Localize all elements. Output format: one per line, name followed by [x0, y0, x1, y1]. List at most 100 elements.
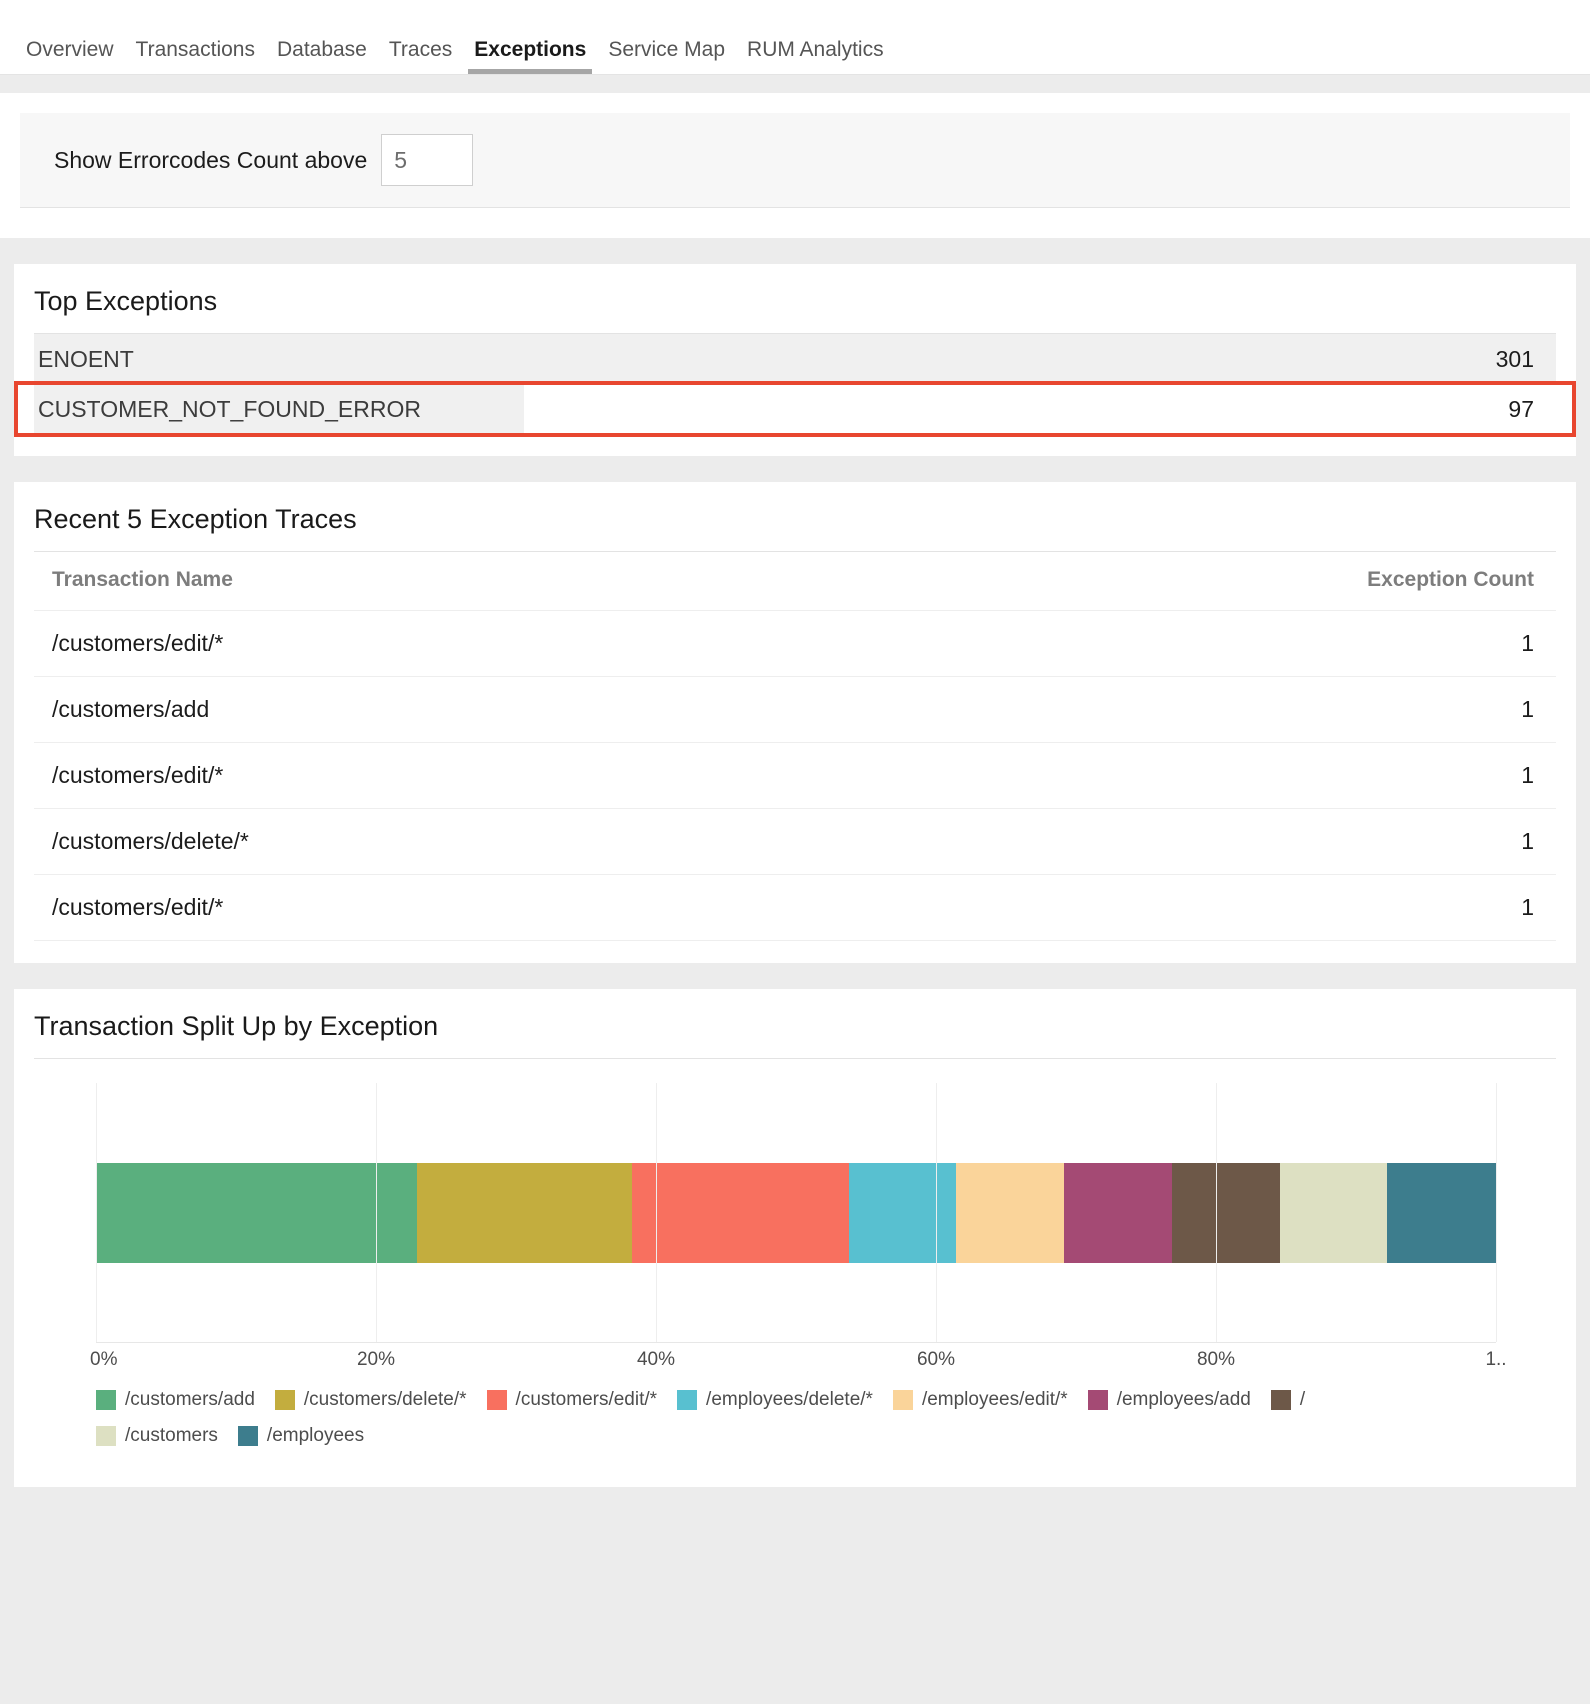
bar-segment[interactable] [417, 1163, 633, 1263]
errorcode-filter-bar: Show Errorcodes Count above [20, 113, 1570, 208]
legend-swatch-icon [238, 1426, 258, 1446]
legend-label: / [1300, 1389, 1305, 1411]
bar-segment[interactable] [956, 1163, 1064, 1263]
legend-label: /customers/edit/* [516, 1389, 658, 1411]
bar-segment[interactable] [849, 1163, 956, 1263]
x-axis-tick-label: 80% [1197, 1349, 1235, 1371]
transaction-split-title: Transaction Split Up by Exception [34, 1011, 1556, 1058]
exception-count: 97 [1508, 396, 1556, 423]
cell-exception-count: 1 [817, 743, 1557, 809]
legend-item[interactable]: /employees/delete/* [677, 1389, 873, 1411]
table-row[interactable]: /customers/edit/*1 [34, 743, 1556, 809]
x-axis-tick-label: 1.. [1485, 1349, 1506, 1371]
cell-exception-count: 1 [817, 809, 1557, 875]
chart-gridline [1496, 1083, 1497, 1342]
legend-item[interactable]: /employees/edit/* [893, 1389, 1068, 1411]
exception-row[interactable]: ENOENT 301 [34, 334, 1556, 384]
legend-swatch-icon [677, 1390, 697, 1410]
legend-item[interactable]: /customers/edit/* [487, 1389, 658, 1411]
legend-label: /employees [267, 1425, 364, 1447]
legend-swatch-icon [487, 1390, 507, 1410]
exception-bar [34, 334, 1556, 384]
exception-name: ENOENT [34, 346, 134, 373]
x-axis-tick-label: 60% [917, 1349, 955, 1371]
chart-x-axis-labels: 0%20%40%60%80%1.. [96, 1343, 1496, 1377]
legend-item[interactable]: /customers/delete/* [275, 1389, 467, 1411]
cell-transaction-name: /customers/edit/* [34, 611, 817, 677]
exceptions-page: OverviewTransactionsDatabaseTracesExcept… [0, 0, 1590, 1704]
chart-gridline [376, 1083, 377, 1342]
legend-item[interactable]: / [1271, 1389, 1305, 1411]
cell-transaction-name: /customers/delete/* [34, 809, 817, 875]
main-navbar: OverviewTransactionsDatabaseTracesExcept… [0, 0, 1590, 75]
table-header-row: Transaction Name Exception Count [34, 552, 1556, 611]
stacked-bar-chart [34, 1083, 1556, 1343]
legend-swatch-icon [96, 1426, 116, 1446]
column-header-exception-count[interactable]: Exception Count [817, 552, 1557, 611]
bar-segment[interactable] [1387, 1163, 1496, 1263]
nav-tab-rum-analytics[interactable]: RUM Analytics [736, 39, 895, 74]
top-exceptions-title: Top Exceptions [34, 286, 1556, 333]
legend-swatch-icon [893, 1390, 913, 1410]
nav-tab-service-map[interactable]: Service Map [597, 39, 736, 74]
legend-label: /customers [125, 1425, 218, 1447]
legend-swatch-icon [96, 1390, 116, 1410]
table-row[interactable]: /customers/edit/*1 [34, 875, 1556, 941]
nav-tab-overview[interactable]: Overview [26, 39, 125, 74]
bar-segment[interactable] [1064, 1163, 1172, 1263]
bar-segment[interactable] [1172, 1163, 1280, 1263]
recent-traces-table: Transaction Name Exception Count /custom… [34, 552, 1556, 941]
chart-gridline [1216, 1083, 1217, 1342]
legend-item[interactable]: /customers/add [96, 1389, 255, 1411]
exception-name: CUSTOMER_NOT_FOUND_ERROR [34, 396, 421, 423]
nav-tab-list: OverviewTransactionsDatabaseTracesExcept… [26, 39, 895, 74]
legend-item[interactable]: /employees/add [1088, 1389, 1251, 1411]
legend-label: /customers/add [125, 1389, 255, 1411]
table-row[interactable]: /customers/delete/*1 [34, 809, 1556, 875]
cell-transaction-name: /customers/edit/* [34, 743, 817, 809]
cell-exception-count: 1 [817, 875, 1557, 941]
errorcode-count-input[interactable] [381, 134, 473, 186]
legend-swatch-icon [1088, 1390, 1108, 1410]
chart-gridline [96, 1083, 97, 1342]
chart-plot-area [96, 1083, 1496, 1343]
divider [34, 1058, 1556, 1059]
filter-card: Show Errorcodes Count above [0, 93, 1590, 208]
x-axis-tick-label: 20% [357, 1349, 395, 1371]
chart-gridline [656, 1083, 657, 1342]
table-row[interactable]: /customers/add1 [34, 677, 1556, 743]
recent-traces-card: Recent 5 Exception Traces Transaction Na… [14, 482, 1576, 963]
bar-segment[interactable] [1280, 1163, 1387, 1263]
filter-label: Show Errorcodes Count above [54, 147, 367, 174]
cell-transaction-name: /customers/edit/* [34, 875, 817, 941]
transaction-split-card: Transaction Split Up by Exception 0%20%4… [14, 989, 1576, 1487]
exception-count: 301 [1496, 346, 1556, 373]
legend-item[interactable]: /customers [96, 1425, 218, 1447]
top-exceptions-list: ENOENT 301 CUSTOMER_NOT_FOUND_ERROR 97 [34, 334, 1556, 434]
exception-row[interactable]: CUSTOMER_NOT_FOUND_ERROR 97 [34, 384, 1556, 434]
nav-tab-transactions[interactable]: Transactions [125, 39, 266, 74]
nav-tab-database[interactable]: Database [266, 39, 378, 74]
legend-swatch-icon [1271, 1390, 1291, 1410]
legend-label: /employees/delete/* [706, 1389, 873, 1411]
column-header-transaction-name[interactable]: Transaction Name [34, 552, 817, 611]
legend-label: /employees/edit/* [922, 1389, 1068, 1411]
table-row[interactable]: /customers/edit/*1 [34, 611, 1556, 677]
legend-label: /customers/delete/* [304, 1389, 467, 1411]
bar-segment[interactable] [96, 1163, 417, 1263]
top-exceptions-card: Top Exceptions ENOENT 301 CUSTOMER_NOT_FOU… [14, 264, 1576, 456]
cell-transaction-name: /customers/add [34, 677, 817, 743]
filter-card-bottom-spacer [0, 208, 1590, 238]
recent-traces-title: Recent 5 Exception Traces [34, 504, 1556, 551]
chart-legend: /customers/add/customers/delete/* /custom… [96, 1389, 1386, 1447]
x-axis-tick-label: 40% [637, 1349, 675, 1371]
bar-segment[interactable] [632, 1163, 849, 1263]
stacked-bar [96, 1163, 1496, 1263]
nav-tab-exceptions[interactable]: Exceptions [463, 39, 597, 74]
legend-swatch-icon [275, 1390, 295, 1410]
chart-gridline [936, 1083, 937, 1342]
cell-exception-count: 1 [817, 611, 1557, 677]
nav-tab-traces[interactable]: Traces [378, 39, 463, 74]
legend-item[interactable]: /employees [238, 1425, 364, 1447]
cell-exception-count: 1 [817, 677, 1557, 743]
